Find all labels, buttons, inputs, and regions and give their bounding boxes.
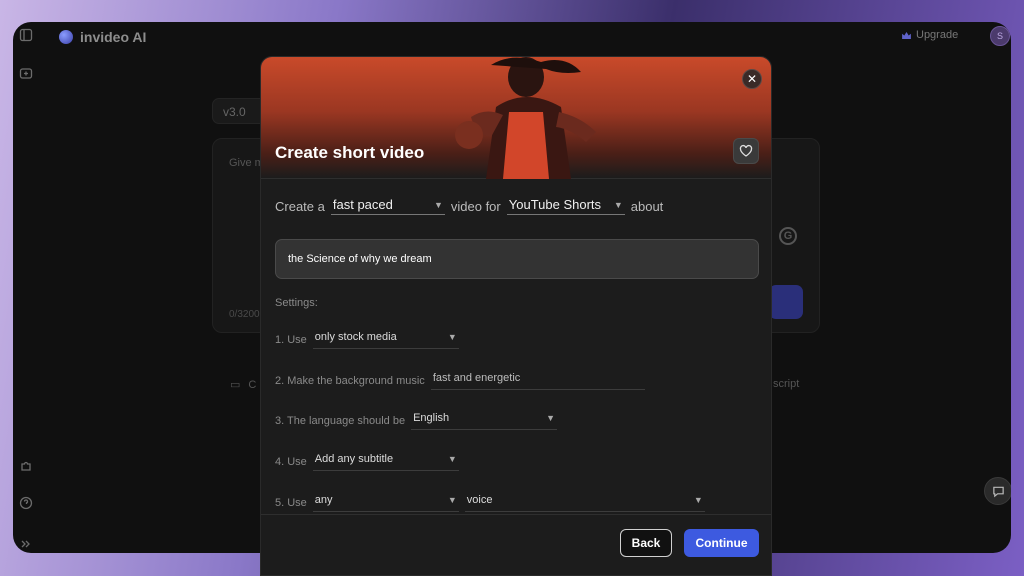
help-icon[interactable] bbox=[19, 496, 33, 510]
setting-subtitle: 4. Use Add any subtitle ▼ bbox=[275, 453, 459, 471]
sentence-middle: video for bbox=[450, 198, 501, 214]
subtitle-value: Add any subtitle bbox=[314, 453, 394, 465]
footer-divider bbox=[261, 514, 771, 515]
setting-media-label: 1. Use bbox=[275, 334, 307, 346]
voice-select[interactable]: voice ▼ bbox=[464, 494, 705, 512]
media-value: only stock media bbox=[314, 331, 397, 343]
sentence-suffix: about bbox=[630, 198, 664, 214]
setting-voice-label: 5. Use bbox=[275, 497, 307, 509]
topic-input[interactable]: the Science of why we dream bbox=[275, 239, 759, 279]
modal-hero: Create short video ✕ bbox=[261, 57, 771, 179]
setting-voice: 5. Use any ▼ voice ▼ bbox=[275, 494, 705, 512]
video-sentence: Create a fast paced ▼ video for YouTube … bbox=[275, 197, 663, 215]
voice-value: voice bbox=[466, 494, 493, 506]
chevron-down-icon: ▼ bbox=[546, 413, 556, 423]
generate-button[interactable] bbox=[769, 285, 803, 319]
prompt-placeholder: Give m bbox=[229, 157, 264, 169]
upgrade-label: Upgrade bbox=[916, 29, 959, 41]
basketball-player-image bbox=[455, 57, 596, 179]
puzzle-icon[interactable] bbox=[19, 459, 33, 473]
settings-label: Settings: bbox=[275, 297, 318, 309]
chevron-down-icon: ▼ bbox=[447, 495, 457, 505]
brand[interactable]: invideo AI bbox=[59, 29, 146, 45]
language-select[interactable]: English ▼ bbox=[411, 412, 558, 430]
chevron-down-icon: ▼ bbox=[433, 199, 443, 210]
close-icon: ✕ bbox=[746, 72, 758, 86]
continue-button[interactable]: Continue bbox=[684, 529, 759, 557]
bottom-option-left[interactable]: ▭ C bbox=[230, 378, 257, 392]
sidebar-toggle-icon[interactable] bbox=[19, 28, 33, 42]
expand-icon[interactable] bbox=[19, 537, 33, 551]
brand-logo-icon bbox=[59, 30, 73, 44]
avatar[interactable]: S bbox=[990, 26, 1010, 46]
create-video-modal: Create short video ✕ Create a fast paced… bbox=[260, 56, 772, 576]
setting-music-label: 2. Make the background music bbox=[275, 375, 425, 387]
voice-type-select[interactable]: any ▼ bbox=[312, 494, 459, 512]
sentence-prefix: Create a bbox=[275, 198, 325, 214]
chevron-down-icon: ▼ bbox=[447, 332, 457, 342]
upgrade-button[interactable]: Upgrade bbox=[902, 29, 958, 41]
voice-type-value: any bbox=[314, 494, 333, 506]
crown-icon bbox=[902, 31, 911, 39]
pace-select[interactable]: fast paced ▼ bbox=[330, 197, 445, 215]
chevron-down-icon: ▼ bbox=[613, 199, 623, 210]
setting-media: 1. Use only stock media ▼ bbox=[275, 331, 459, 349]
language-value: English bbox=[413, 412, 450, 424]
brand-name: invideo AI bbox=[80, 29, 147, 45]
subtitle-select[interactable]: Add any subtitle ▼ bbox=[312, 453, 459, 471]
char-counter: 0/3200 bbox=[229, 309, 260, 320]
platform-value: YouTube Shorts bbox=[508, 197, 602, 212]
pace-value: fast paced bbox=[332, 197, 393, 212]
setting-music: 2. Make the background music fast and en… bbox=[275, 372, 645, 390]
modal-title: Create short video bbox=[275, 143, 425, 162]
back-button[interactable]: Back bbox=[620, 529, 672, 557]
heart-icon bbox=[739, 144, 753, 157]
chevron-down-icon: ▼ bbox=[447, 454, 457, 464]
google-badge-icon: G bbox=[779, 227, 797, 245]
setting-subtitle-label: 4. Use bbox=[275, 456, 307, 468]
bottom-left-label: C bbox=[248, 378, 257, 391]
favorite-button[interactable] bbox=[733, 138, 759, 164]
setting-language: 3. The language should be English ▼ bbox=[275, 412, 558, 430]
camera-icon: ▭ bbox=[230, 379, 241, 391]
chat-button[interactable] bbox=[984, 477, 1011, 505]
new-video-icon[interactable] bbox=[19, 67, 33, 81]
left-rail bbox=[13, 22, 39, 553]
music-input[interactable]: fast and energetic bbox=[430, 372, 645, 390]
chevron-down-icon: ▼ bbox=[693, 495, 703, 505]
setting-language-label: 3. The language should be bbox=[275, 415, 406, 427]
chat-icon bbox=[992, 486, 1004, 497]
platform-select[interactable]: YouTube Shorts ▼ bbox=[506, 197, 625, 215]
close-button[interactable]: ✕ bbox=[742, 69, 762, 89]
media-select[interactable]: only stock media ▼ bbox=[312, 331, 459, 349]
bottom-option-right[interactable]: script bbox=[773, 378, 799, 390]
